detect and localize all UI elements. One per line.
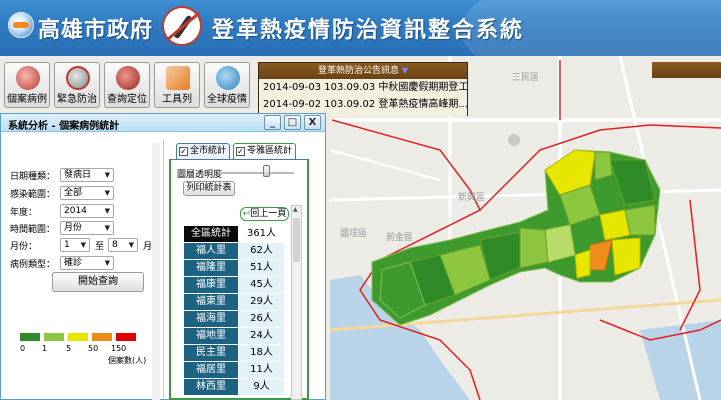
legend-unit: 個案數(人) bbox=[108, 356, 147, 365]
kaohsiung-logo-icon bbox=[8, 12, 34, 38]
bulletin-board: 登革熱防治公告訊息 ▼ 2014-09-03 103.09.03 中秋國慶假期期… bbox=[258, 62, 468, 116]
tab-district-stats[interactable]: ✓ 苓雅區統計 bbox=[233, 143, 297, 159]
minimize-button[interactable]: _ bbox=[264, 115, 281, 130]
no-mosquito-icon bbox=[162, 6, 202, 46]
panel-titlebar[interactable]: 系統分析 - 個案病例統計 _ □ X bbox=[1, 114, 325, 132]
scrollbar-thumb[interactable] bbox=[293, 218, 300, 262]
emergency-control-button[interactable]: 緊急防治 bbox=[54, 62, 100, 108]
legend-value: 150 bbox=[111, 344, 127, 353]
map-label: 三民區 bbox=[512, 72, 539, 83]
legend-swatch bbox=[68, 333, 88, 341]
opacity-slider-track[interactable] bbox=[218, 172, 294, 174]
year-select[interactable]: 2014 ▼ bbox=[60, 204, 114, 218]
case-chart-icon bbox=[16, 66, 40, 90]
globe-search-icon bbox=[216, 66, 240, 90]
time-range-select[interactable]: 月份 ▼ bbox=[60, 221, 114, 235]
month-to-label: 至 bbox=[95, 242, 105, 252]
gov-title: 高雄市政府 bbox=[38, 18, 154, 43]
bulletin-secondary bbox=[652, 62, 721, 78]
map-label: 前金區 bbox=[386, 231, 413, 243]
main-toolbar: 個案病例 緊急防治 查詢定位 工具列 全球疫情 bbox=[4, 62, 250, 110]
stats-scrollbar[interactable]: ▲ bbox=[291, 205, 302, 400]
table-row[interactable]: 福康里 45人 bbox=[184, 277, 284, 294]
tools-button[interactable]: 工具列 bbox=[154, 62, 200, 108]
legend-value: 0 bbox=[20, 344, 26, 353]
caret-down-icon: ▼ bbox=[104, 189, 110, 197]
case-type-select[interactable]: 確診 ▼ bbox=[60, 256, 114, 270]
legend-swatch bbox=[92, 333, 112, 341]
map-label: 鹽埕區 bbox=[340, 227, 367, 239]
maximize-button[interactable]: □ bbox=[284, 115, 301, 130]
locate-pin-icon bbox=[116, 66, 140, 90]
table-row[interactable]: 福地里 24人 bbox=[184, 328, 284, 345]
stats-table: 全區統計 361人 福人里 62人 福隆里 51人 福康里 45人 福東里 29人 福海里… bbox=[184, 226, 284, 396]
legend-value: 5 bbox=[66, 344, 72, 353]
map-label: 新興區 bbox=[458, 191, 485, 203]
caret-down-icon: ▼ bbox=[104, 224, 110, 232]
bulletin-line[interactable]: 2014-09-02 103.09.02 登革熱疫情高峰期... bbox=[263, 96, 467, 113]
legend-value: 1 bbox=[42, 344, 48, 353]
source-select[interactable]: 全部 ▼ bbox=[60, 186, 114, 200]
caret-down-icon: ▼ bbox=[104, 171, 110, 179]
table-row[interactable]: 福東里 29人 bbox=[184, 294, 284, 311]
scroll-up-icon[interactable]: ▲ bbox=[293, 206, 298, 213]
month-to-select[interactable]: 8 ▼ bbox=[108, 238, 138, 252]
table-row[interactable]: 福居里 11人 bbox=[184, 362, 284, 379]
app-header: 高雄市政府 登革熱疫情防治資訊整合系統 bbox=[0, 0, 721, 56]
bulletin-lines: 2014-09-03 103.09.03 中秋國慶假期期登工 2014-09-0… bbox=[259, 79, 467, 116]
checkbox[interactable]: ✓ bbox=[179, 147, 188, 156]
left-pane-scrollbar[interactable] bbox=[152, 143, 160, 400]
legend-swatch bbox=[20, 333, 40, 341]
legend-swatch bbox=[116, 333, 136, 341]
search-locate-button[interactable]: 查詢定位 bbox=[104, 62, 150, 108]
close-button[interactable]: X bbox=[304, 115, 321, 130]
opacity-label: 圖層透明度 bbox=[177, 170, 223, 180]
caret-down-icon: ▼ bbox=[104, 259, 110, 267]
caret-down-icon: ▼ bbox=[80, 241, 86, 249]
caret-down-icon: ▼ bbox=[128, 241, 134, 249]
mosquito-ban-icon bbox=[66, 66, 90, 90]
caret-down-icon: ▼ bbox=[104, 207, 110, 215]
table-row[interactable]: 林西里 9人 bbox=[184, 379, 284, 396]
start-query-button[interactable]: 開始查詢 bbox=[52, 272, 144, 292]
print-stats-button[interactable]: 列印統計表 bbox=[183, 181, 235, 196]
global-epidemic-button[interactable]: 全球疫情 bbox=[204, 62, 250, 108]
legend-swatch bbox=[44, 333, 64, 341]
panel-title: 系統分析 - 個案病例統計 bbox=[8, 121, 120, 132]
bulletin-line[interactable]: 2014-09-03 103.09.03 中秋國慶假期期登工 bbox=[263, 79, 467, 96]
chevron-down-icon[interactable]: ▼ bbox=[402, 66, 408, 75]
table-row[interactable]: 福隆里 51人 bbox=[184, 260, 284, 277]
tools-icon bbox=[166, 66, 190, 90]
legend-value: 50 bbox=[88, 344, 99, 353]
opacity-slider-thumb[interactable] bbox=[263, 165, 270, 177]
table-row[interactable]: 全區統計 361人 bbox=[184, 226, 284, 243]
month-from-select[interactable]: 1 ▼ bbox=[60, 238, 90, 252]
checkbox[interactable]: ✓ bbox=[236, 147, 245, 156]
table-row[interactable]: 福海里 26人 bbox=[184, 311, 284, 328]
system-title: 登革熱疫情防治資訊整合系統 bbox=[212, 18, 525, 43]
case-chart-button[interactable]: 個案病例 bbox=[4, 62, 50, 108]
tab-city-stats[interactable]: ✓ 全市統計 bbox=[176, 143, 231, 159]
table-row[interactable]: 福人里 62人 bbox=[184, 243, 284, 260]
month-unit-label: 月 bbox=[143, 242, 153, 252]
bulletin-header[interactable]: 登革熱防治公告訊息 ▼ bbox=[259, 63, 467, 79]
table-row[interactable]: 民主里 18人 bbox=[184, 345, 284, 362]
back-button[interactable]: ↩回上一頁 bbox=[240, 207, 289, 221]
date-type-select[interactable]: 發病日 ▼ bbox=[60, 168, 114, 182]
